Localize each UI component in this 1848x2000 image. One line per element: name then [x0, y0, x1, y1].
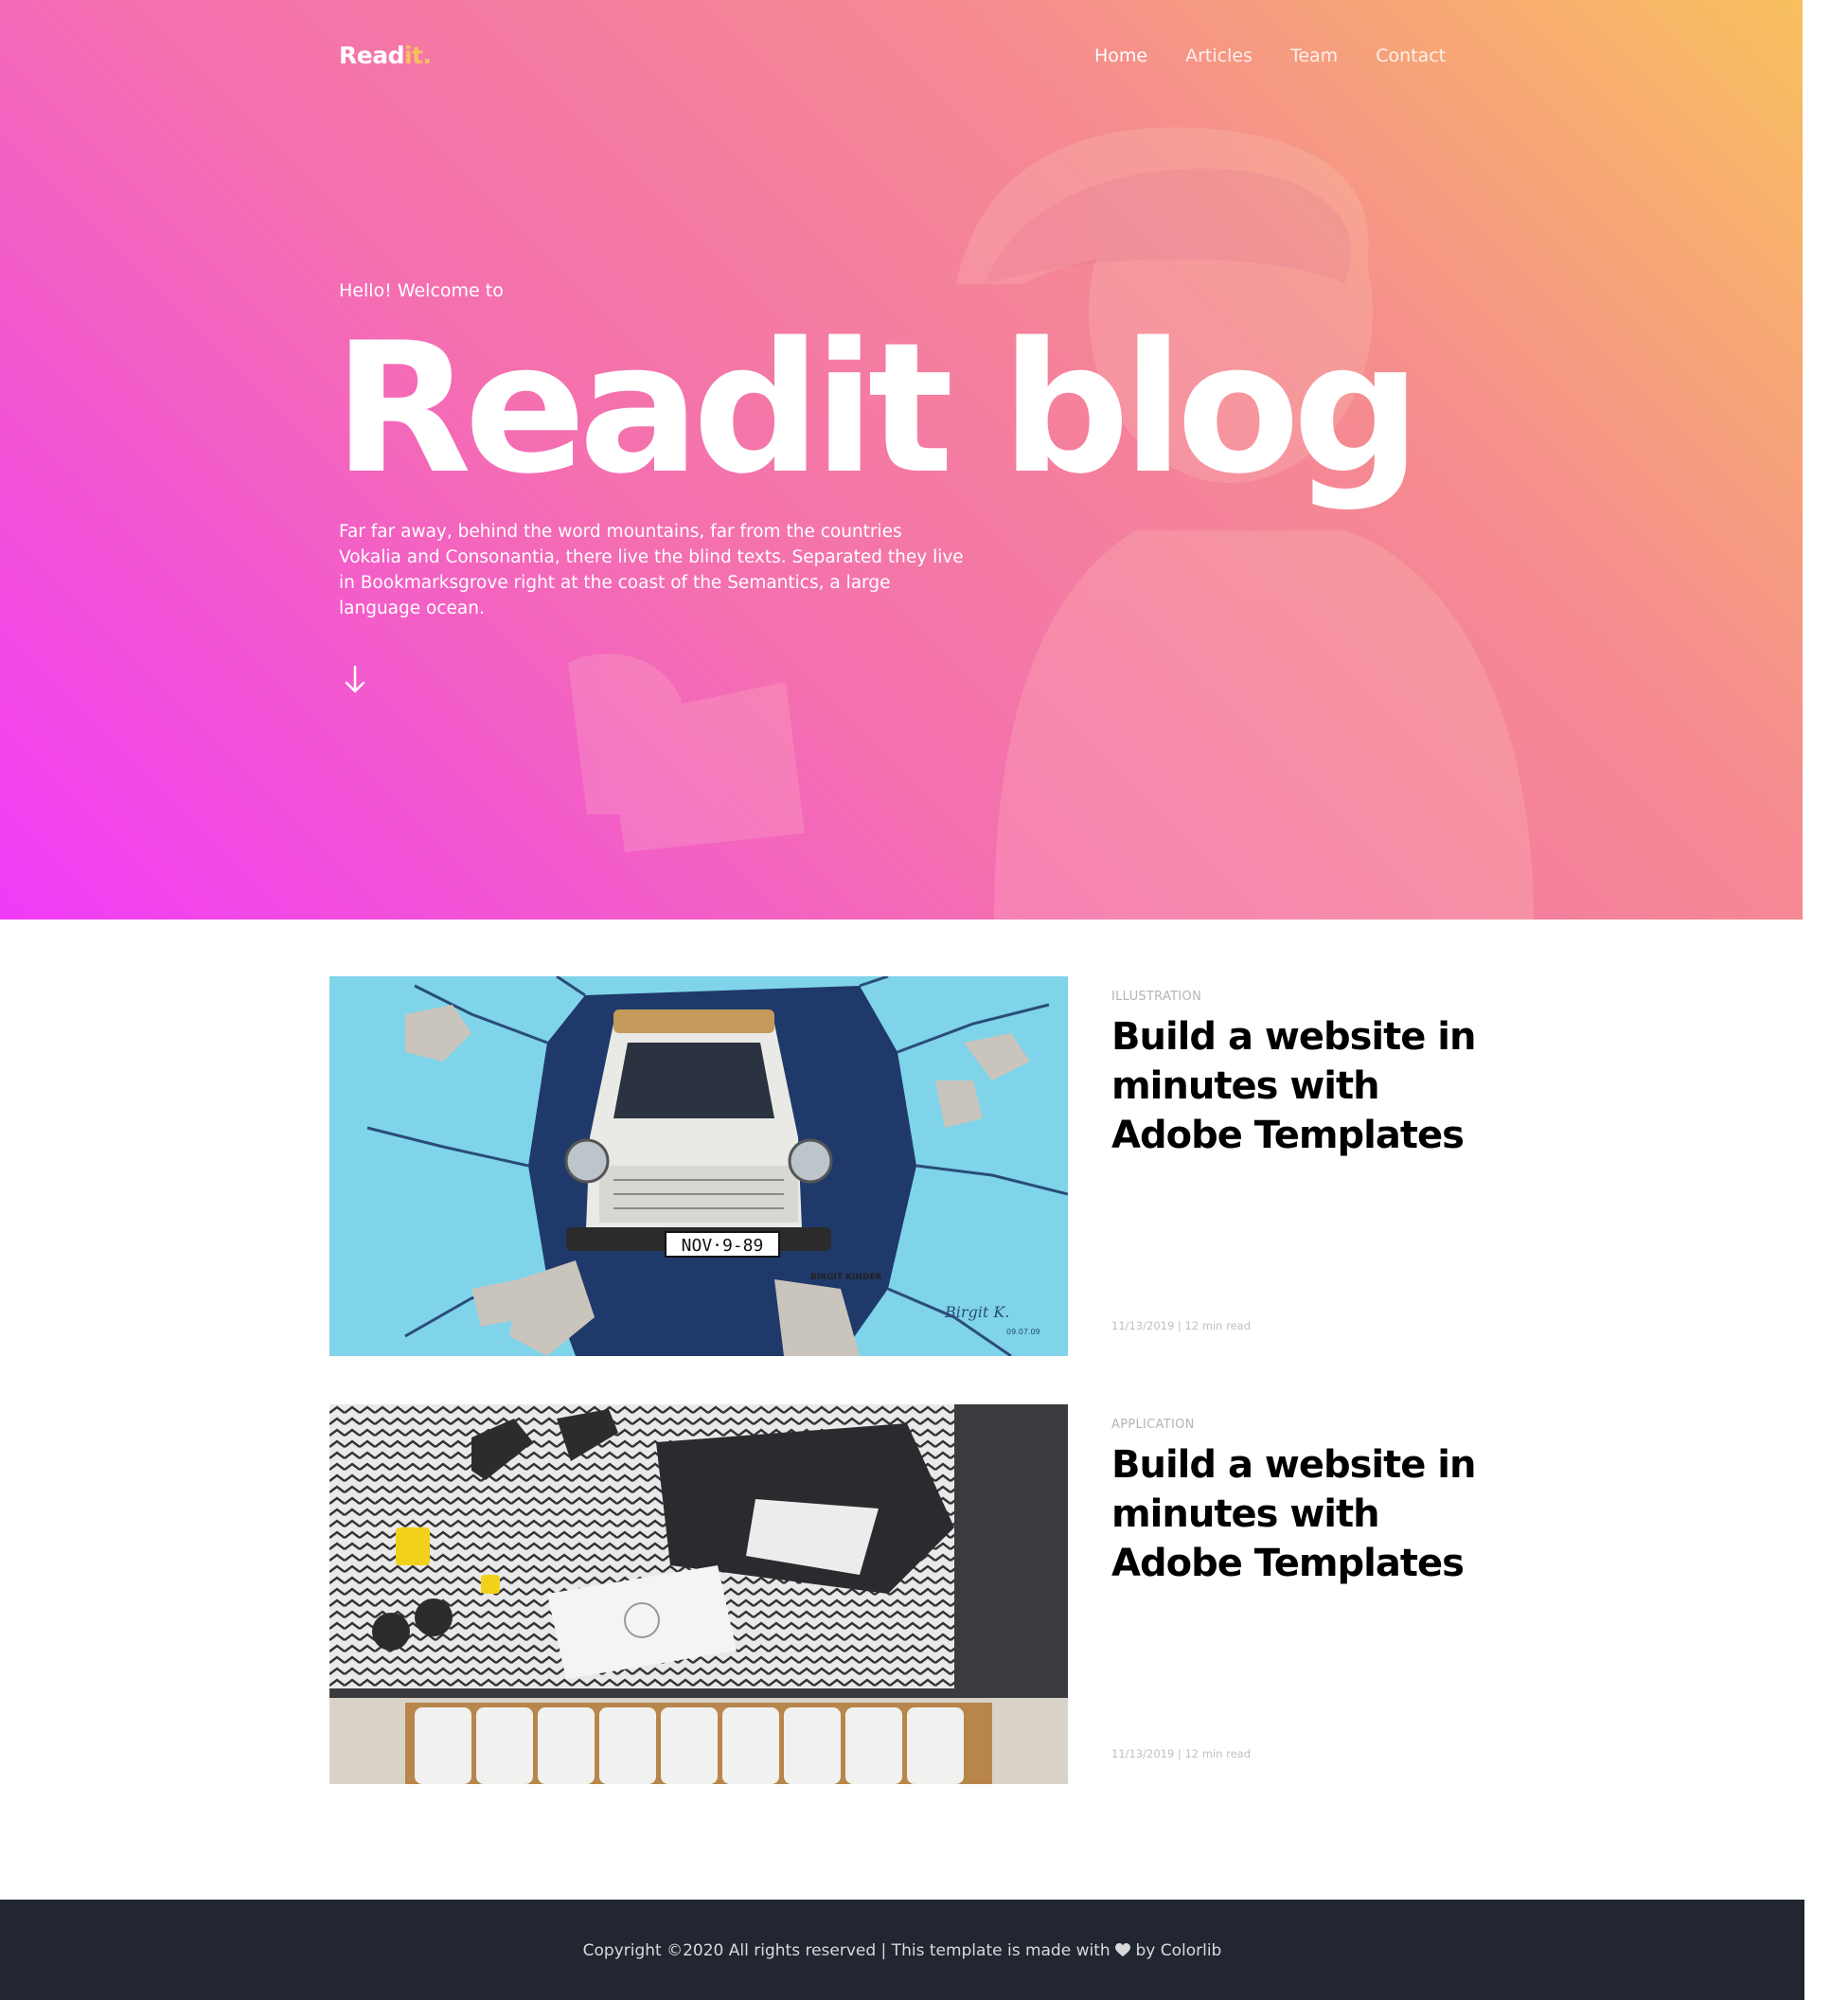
article-image[interactable]	[329, 1404, 1068, 1784]
hero-greeting: Hello! Welcome to	[339, 280, 504, 301]
arrow-down-icon[interactable]	[341, 663, 369, 697]
page: Readit. Home Articles Team Contact Hello…	[0, 0, 1848, 2000]
nav-item-team[interactable]: Team	[1290, 45, 1338, 66]
main-nav: Home Articles Team Contact	[1094, 45, 1484, 66]
logo-dot: .	[422, 42, 433, 69]
article-card[interactable]: NOV·9-89 BIRGIT KINDER Birgit K. 09.07.0…	[329, 976, 1715, 1356]
logo-text: Read	[339, 42, 404, 69]
article-meta: 11/13/2019 | 12 min read	[1111, 1747, 1251, 1760]
nav-item-articles[interactable]: Articles	[1185, 45, 1253, 66]
nav-item-home[interactable]: Home	[1094, 45, 1147, 66]
footer-text-before: Copyright ©2020 All rights reserved | Th…	[582, 1941, 1111, 1960]
article-image[interactable]: NOV·9-89 BIRGIT KINDER Birgit K. 09.07.0…	[329, 976, 1068, 1356]
article-card[interactable]: APPLICATION Build a website in minutes w…	[329, 1404, 1715, 1784]
hero-description: Far far away, behind the word mountains,…	[339, 522, 964, 618]
heart-icon	[1115, 1943, 1131, 1956]
footer-text-after[interactable]: by Colorlib	[1135, 1941, 1221, 1960]
plate-text: NOV·9-89	[682, 1236, 764, 1256]
article-meta: 11/13/2019 | 12 min read	[1111, 1319, 1251, 1332]
site-logo[interactable]: Readit.	[339, 42, 432, 69]
hero-section: Readit. Home Articles Team Contact Hello…	[0, 0, 1803, 920]
hero-title: Readit blog	[333, 304, 1421, 513]
article-category[interactable]: APPLICATION	[1111, 1418, 1195, 1432]
logo-accent: it	[403, 42, 423, 69]
mural-label: BIRGIT KINDER	[810, 1273, 882, 1282]
site-footer: Copyright ©2020 All rights reserved | Th…	[0, 1900, 1804, 2000]
footer-copyright: Copyright ©2020 All rights reserved | Th…	[0, 1941, 1804, 1960]
signature-date: 09.07.09	[1006, 1328, 1040, 1336]
nav-item-contact[interactable]: Contact	[1376, 45, 1446, 66]
article-category[interactable]: ILLUSTRATION	[1111, 990, 1201, 1004]
signature: Birgit K.	[944, 1303, 1009, 1321]
article-title[interactable]: Build a website in minutes with Adobe Te…	[1111, 1440, 1490, 1588]
article-title[interactable]: Build a website in minutes with Adobe Te…	[1111, 1012, 1490, 1160]
